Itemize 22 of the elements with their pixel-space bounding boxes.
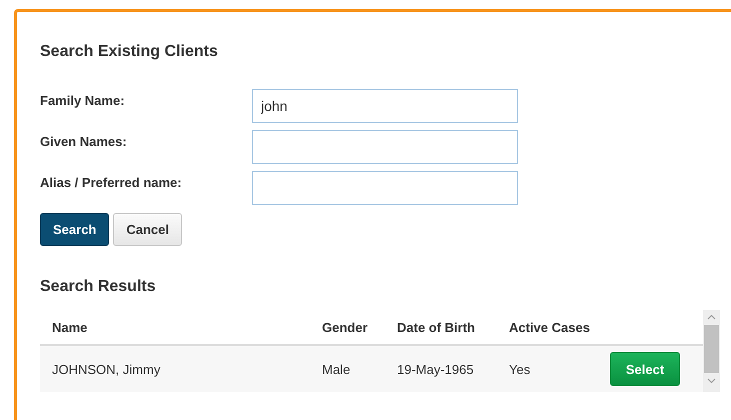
dialog-title: Search Existing Clients xyxy=(40,43,219,61)
scroll-down-icon[interactable] xyxy=(707,376,716,385)
column-header: Active Cases xyxy=(508,320,591,334)
table-cell-text: Male xyxy=(321,362,352,376)
scrollbar-thumb[interactable] xyxy=(704,325,719,373)
results-title: Search Results xyxy=(40,278,157,296)
scrollbar[interactable] xyxy=(703,310,720,392)
table-cell-text: JOHNSON, Jimmy xyxy=(51,362,162,376)
input-field[interactable] xyxy=(252,171,518,205)
table-cell-text: 19-May-1965 xyxy=(396,362,475,376)
field-label: Alias / Preferred name: xyxy=(40,174,183,190)
field-label: Given Names: xyxy=(40,133,128,149)
input-field[interactable] xyxy=(252,130,518,164)
table-cell-text: Yes xyxy=(508,362,532,376)
column-header: Gender xyxy=(321,320,369,334)
search-button[interactable]: Search xyxy=(40,213,110,246)
field-label: Family Name: xyxy=(40,92,126,108)
column-header: Name xyxy=(51,320,88,334)
input-field[interactable]: john xyxy=(252,89,518,123)
scroll-up-icon[interactable] xyxy=(707,313,716,322)
cancel-button[interactable]: Cancel xyxy=(113,213,182,246)
column-header: Date of Birth xyxy=(396,320,476,334)
